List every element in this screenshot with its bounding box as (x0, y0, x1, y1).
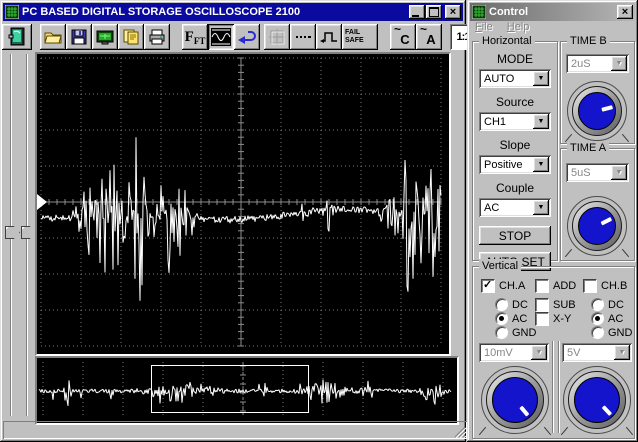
maximize-button[interactable] (426, 5, 442, 19)
time-b-label: TIME B (567, 34, 610, 48)
waveform-display-icon (211, 28, 231, 46)
chevron-down-icon[interactable]: ▼ (533, 71, 549, 86)
control-close-button[interactable]: × (617, 5, 633, 19)
square-wave-icon (320, 32, 337, 43)
notes-icon (123, 29, 139, 45)
couple-label: Couple (495, 181, 535, 195)
screen-capture-icon (96, 30, 114, 45)
horizontal-group-label: Horizontal (479, 34, 535, 48)
control-title: Control (489, 6, 529, 18)
app-icon (5, 5, 19, 19)
position-slider-a[interactable] (5, 52, 20, 418)
open-file-icon (44, 32, 62, 44)
couple-select[interactable]: AC ▼ (479, 198, 551, 217)
volts-b-knob[interactable] (560, 366, 634, 436)
calibrate-c-button[interactable]: ~ C (390, 22, 416, 50)
chevron-down-icon: ▼ (614, 345, 630, 360)
chevron-down-icon[interactable]: ▼ (533, 200, 549, 215)
volts-a-select: 10mV ▼ (479, 343, 549, 362)
horizontal-group: Horizontal MODE AUTO ▼ Source CH1 ▼ Slop… (472, 34, 558, 271)
chevron-down-icon: ▼ (531, 345, 547, 360)
channel-b-ac-radio[interactable]: AC (591, 312, 623, 325)
toolbar: F FT FAIL SAFE ~ C ~ A 1:1 (2, 22, 502, 51)
grid-toggle-button (264, 24, 290, 50)
grid-toggle-icon (269, 29, 285, 45)
slope-select[interactable]: Positive ▼ (479, 155, 551, 174)
open-button[interactable] (40, 24, 66, 50)
add-checkbox[interactable]: ADD (535, 279, 576, 293)
exit-button[interactable] (2, 24, 32, 50)
undo-arrow-icon (238, 31, 256, 44)
scope-display-frame (35, 52, 451, 356)
notes-button[interactable] (118, 24, 144, 50)
main-window: PC BASED DIGITAL STORAGE OSCILLOSCOPE 21… (0, 0, 502, 442)
channel-a-gnd-radio[interactable]: GND (495, 326, 536, 339)
capture-button[interactable] (92, 24, 118, 50)
window-title: PC BASED DIGITAL STORAGE OSCILLOSCOPE 21… (22, 6, 301, 18)
slope-label: Slope (499, 138, 531, 152)
save-icon (71, 29, 87, 45)
time-a-knob[interactable] (564, 196, 630, 258)
xy-checkbox[interactable]: X-Y (535, 312, 571, 326)
close-button[interactable]: × (445, 5, 461, 19)
mode-select[interactable]: AUTO ▼ (479, 69, 551, 88)
vertical-group-label: Vertical (479, 259, 522, 273)
overview-display[interactable] (37, 358, 453, 419)
exit-icon (8, 27, 25, 46)
position-slider-b-thumb[interactable] (21, 226, 36, 239)
control-window: Control × File Help Horizontal MODE AUTO… (467, 0, 638, 442)
minimize-button[interactable] (409, 5, 425, 19)
channel-a-checkbox[interactable]: CH.A (481, 278, 525, 293)
control-icon (472, 5, 486, 19)
time-a-select: 5uS ▼ (566, 163, 629, 182)
chevron-down-icon: ▼ (611, 165, 627, 180)
source-label: Source (495, 95, 535, 109)
main-titlebar[interactable]: PC BASED DIGITAL STORAGE OSCILLOSCOPE 21… (3, 3, 463, 21)
calibrate-a-button[interactable]: ~ A (416, 22, 442, 50)
undo-arrow-button[interactable] (234, 24, 260, 50)
stop-button[interactable]: STOP (479, 226, 551, 245)
vertical-group: Vertical CH.A ADD CH.B DC AC GND SUB (472, 259, 635, 439)
fft-button[interactable]: F FT (182, 24, 208, 50)
time-b-select: 2uS ▼ (566, 54, 629, 73)
vertical-divider (552, 341, 554, 433)
channel-b-dc-radio[interactable]: DC (591, 298, 624, 311)
save-button[interactable] (66, 24, 92, 50)
position-slider-b[interactable] (21, 52, 36, 418)
channel-a-ac-radio[interactable]: AC (495, 312, 527, 325)
position-slider-a-thumb[interactable] (5, 226, 20, 239)
dotted-line-button[interactable] (290, 24, 316, 50)
source-select[interactable]: CH1 ▼ (479, 112, 551, 131)
square-wave-button[interactable] (316, 24, 342, 50)
status-bar (3, 421, 467, 439)
print-button[interactable] (144, 24, 170, 50)
chevron-down-icon[interactable]: ▼ (533, 157, 549, 172)
time-b-group: TIME B 2uS ▼ (560, 34, 635, 144)
print-icon (149, 29, 165, 45)
time-a-label: TIME A (567, 141, 610, 155)
overview-display-frame (35, 356, 459, 425)
channel-b-gnd-radio[interactable]: GND (591, 326, 632, 339)
resize-grip[interactable] (453, 425, 466, 438)
dotted-line-icon (296, 36, 311, 38)
time-a-group: TIME A 5uS ▼ (560, 141, 635, 261)
channel-b-checkbox[interactable]: CH.B (583, 279, 627, 293)
vertical-divider (558, 341, 560, 433)
fail-safe-button[interactable]: FAIL SAFE (342, 24, 378, 50)
mode-label: MODE (497, 52, 533, 66)
chevron-down-icon[interactable]: ▼ (533, 114, 549, 129)
sub-checkbox[interactable]: SUB (535, 298, 576, 312)
scope-display (37, 54, 445, 350)
chevron-down-icon: ▼ (611, 56, 627, 71)
volts-b-select: 5V ▼ (562, 343, 632, 362)
waveform-display-button[interactable] (208, 24, 234, 50)
channel-a-dc-radio[interactable]: DC (495, 298, 528, 311)
control-titlebar[interactable]: Control × (470, 3, 635, 21)
time-b-knob[interactable] (564, 81, 630, 143)
volts-a-knob[interactable] (478, 366, 552, 436)
